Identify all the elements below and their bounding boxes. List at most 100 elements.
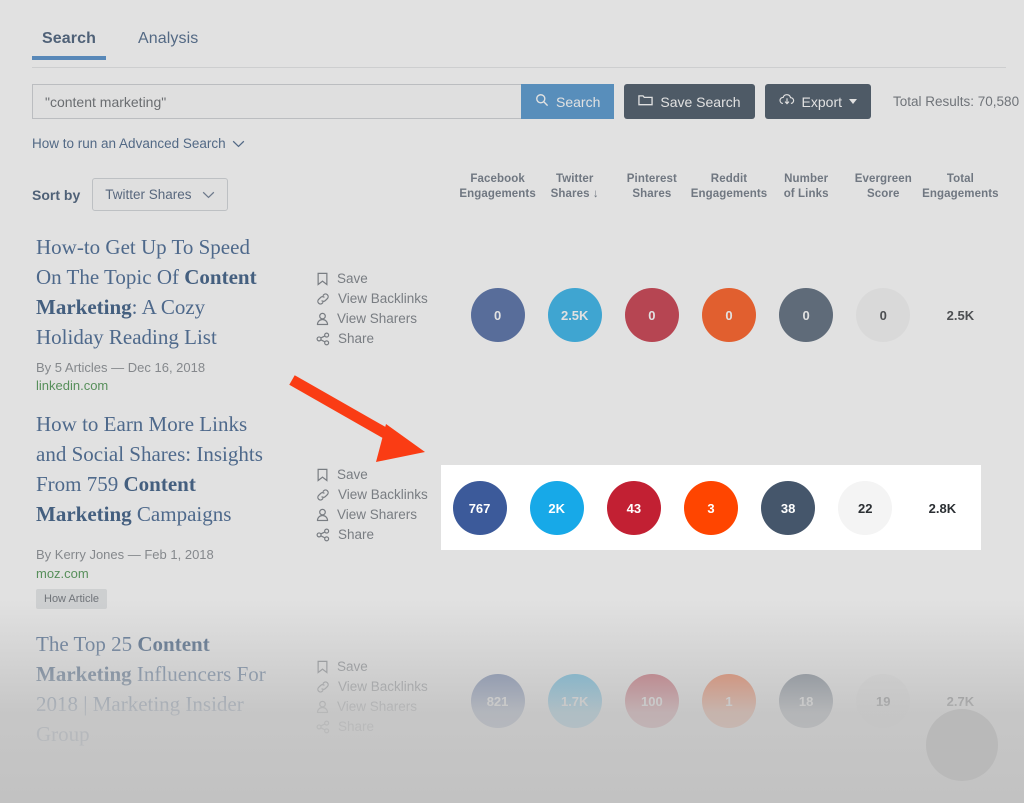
highlighted-metrics-box: 767 2K 43 3 38 22 2.8K	[441, 465, 981, 550]
metric-cell-facebook: 767	[441, 481, 518, 535]
metric-circle-pinterest: 0	[624, 288, 679, 342]
action-label: Save	[337, 271, 368, 286]
search-button[interactable]: Search	[521, 84, 615, 119]
person-icon	[316, 312, 329, 326]
column-header-line2: Score	[867, 188, 900, 200]
export-label: Export	[801, 93, 842, 110]
column-header-reddit[interactable]: Reddit Engagements	[690, 172, 767, 202]
result-title[interactable]: The Top 25 Content Marketing Influencers…	[36, 629, 276, 749]
share-nodes-icon	[316, 720, 330, 734]
column-header-facebook[interactable]: Facebook Engagements	[459, 172, 536, 202]
result-actions: Save View Backlinks View Sharers Share	[316, 272, 428, 346]
column-header-line2: Engagements	[459, 188, 536, 200]
sort-value: Twitter Shares	[105, 187, 192, 202]
bookmark-icon	[316, 468, 329, 482]
metric-cell-pinterest: 0	[613, 288, 690, 342]
save-search-button[interactable]: Save Search	[624, 84, 755, 119]
action-label: Save	[337, 659, 368, 674]
tab-search[interactable]: Search	[32, 24, 106, 60]
result-metrics: 0 2.5K 0 0 0 0 2.5K	[459, 288, 999, 342]
column-header-line2: Shares ↓	[550, 188, 599, 200]
action-view-sharers[interactable]: View Sharers	[316, 312, 428, 326]
metric-cell-links: 0	[768, 288, 845, 342]
chevron-down-icon	[202, 187, 215, 202]
search-input[interactable]	[32, 84, 521, 119]
action-share[interactable]: Share	[316, 720, 428, 734]
column-header-twitter[interactable]: Twitter Shares ↓	[536, 172, 613, 202]
metric-circle-reddit: 3	[683, 481, 738, 535]
chat-widget-button[interactable]	[926, 709, 998, 781]
result-metrics: 821 1.7K 100 1 18 19 2.7K	[459, 674, 999, 728]
column-header-pinterest[interactable]: Pinterest Shares	[613, 172, 690, 202]
action-share[interactable]: Share	[316, 332, 428, 346]
result-domain[interactable]: moz.com	[36, 566, 89, 581]
result-domain[interactable]: linkedin.com	[36, 378, 108, 393]
total-results: Total Results: 70,580	[893, 94, 1020, 109]
action-view-backlinks[interactable]: View Backlinks	[316, 488, 428, 502]
metric-cell-pinterest: 100	[613, 674, 690, 728]
action-view-sharers[interactable]: View Sharers	[316, 700, 428, 714]
folder-icon	[638, 93, 654, 110]
result-title[interactable]: How to Earn More Links and Social Shares…	[36, 409, 276, 529]
action-view-sharers[interactable]: View Sharers	[316, 508, 428, 522]
metric-circle-links: 38	[761, 481, 816, 535]
result-title[interactable]: How-to Get Up To Speed On The Topic Of C…	[36, 232, 276, 352]
metric-circle-twitter: 2.5K	[547, 288, 602, 342]
metric-circle-evergreen: 19	[856, 674, 911, 728]
metric-value-total: 2.7K	[946, 693, 975, 709]
result-title-text: The Top 25	[36, 632, 138, 656]
app-page: Search Analysis Search	[0, 0, 1024, 803]
column-header-line1: Total	[946, 173, 974, 185]
column-header-line1: Reddit	[710, 173, 748, 185]
action-share[interactable]: Share	[316, 528, 428, 542]
advanced-search-link[interactable]: How to run an Advanced Search	[32, 136, 245, 151]
link-icon	[316, 292, 330, 306]
action-label: Share	[338, 331, 375, 346]
metric-cell-twitter: 2.5K	[536, 288, 613, 342]
metric-cell-twitter: 2K	[518, 481, 595, 535]
action-save[interactable]: Save	[316, 468, 428, 482]
metric-cell-reddit: 3	[672, 481, 749, 535]
metric-cell-links: 38	[750, 481, 827, 535]
tab-analysis[interactable]: Analysis	[128, 24, 208, 60]
share-nodes-icon	[316, 332, 330, 346]
metric-circle-evergreen: 22	[838, 481, 893, 535]
content-card: Search Analysis Search	[18, 0, 1019, 746]
metric-cell-evergreen: 0	[845, 288, 922, 342]
sort-label: Sort by	[32, 186, 81, 203]
metric-column-headers: Facebook Engagements Twitter Shares ↓ Pinter…	[459, 172, 999, 202]
export-button[interactable]: Export	[764, 84, 871, 119]
action-view-backlinks[interactable]: View Backlinks	[316, 292, 428, 306]
person-icon	[316, 508, 329, 522]
metric-circle-pinterest: 100	[624, 674, 679, 728]
metric-cell-evergreen: 19	[845, 674, 922, 728]
column-header-line1: Facebook	[470, 173, 525, 185]
column-header-links[interactable]: Number of Links	[768, 172, 845, 202]
action-view-backlinks[interactable]: View Backlinks	[316, 680, 428, 694]
column-header-line2: Shares	[632, 188, 672, 200]
column-header-total[interactable]: Total Engagements	[922, 172, 999, 202]
action-save[interactable]: Save	[316, 660, 428, 674]
sort-select[interactable]: Twitter Shares	[92, 178, 228, 211]
column-header-evergreen[interactable]: Evergreen Score	[845, 172, 922, 202]
metric-cell-facebook: 0	[459, 288, 536, 342]
metric-cell-reddit: 1	[690, 674, 767, 728]
action-label: Share	[338, 719, 375, 734]
metric-value-total: 2.5K	[946, 307, 975, 323]
metric-circle-twitter: 1.7K	[547, 674, 602, 728]
metric-cell-pinterest: 43	[595, 481, 672, 535]
column-header-line2: of Links	[783, 188, 829, 200]
chevron-down-icon	[232, 136, 245, 151]
column-header-line1: Number	[784, 173, 829, 185]
link-icon	[316, 488, 330, 502]
metric-cell-twitter: 1.7K	[536, 674, 613, 728]
result-actions: Save View Backlinks View Sharers Share	[316, 468, 428, 542]
column-header-line1: Evergreen	[854, 173, 912, 185]
action-save[interactable]: Save	[316, 272, 428, 286]
action-label: Save	[337, 467, 368, 482]
action-label: View Backlinks	[338, 487, 428, 502]
action-label: View Sharers	[337, 699, 418, 714]
action-label: View Sharers	[337, 507, 418, 522]
cloud-download-icon	[779, 93, 795, 110]
caret-down-icon	[849, 99, 857, 104]
